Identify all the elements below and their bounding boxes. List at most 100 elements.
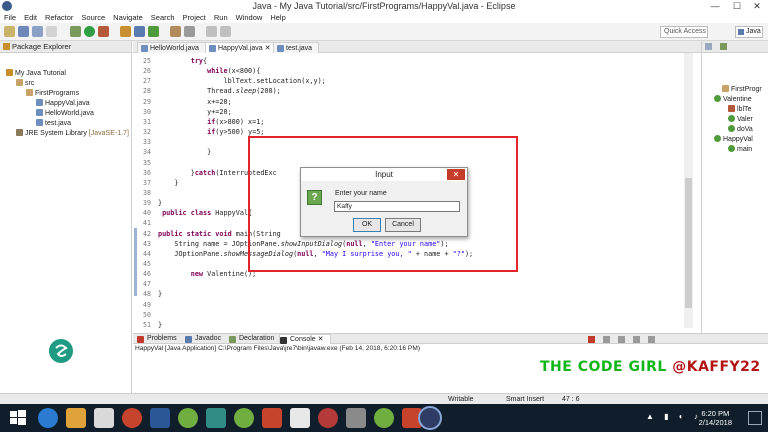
code-line[interactable]: if(x>800) x=1; xyxy=(158,118,264,126)
word-icon[interactable] xyxy=(150,408,170,428)
action-center-icon[interactable] xyxy=(748,411,762,425)
outline-item[interactable]: lblTe xyxy=(728,105,751,114)
outline-item[interactable]: main xyxy=(728,145,752,154)
code-line[interactable]: x+=20; xyxy=(158,98,232,106)
back-icon[interactable] xyxy=(206,26,217,37)
scroll-lock-icon[interactable] xyxy=(633,336,640,343)
file-explorer-icon[interactable] xyxy=(66,408,86,428)
clear-console-icon[interactable] xyxy=(618,336,625,343)
menu-edit[interactable]: Edit xyxy=(20,12,41,23)
app-icon[interactable] xyxy=(262,408,282,428)
outline-icon[interactable] xyxy=(720,43,728,50)
code-line[interactable]: lblText.setLocation(x,y); xyxy=(158,77,325,85)
java-perspective-button[interactable]: Java xyxy=(735,26,763,38)
code-line[interactable]: } xyxy=(158,290,162,298)
close-window-button[interactable]: ✕ xyxy=(746,0,768,12)
editor-scrollbar-thumb[interactable] xyxy=(685,178,692,308)
search-icon[interactable] xyxy=(184,26,195,37)
constructor-icon xyxy=(728,115,735,122)
cancel-button[interactable]: Cancel xyxy=(385,218,421,232)
name-input[interactable]: Kaffy xyxy=(334,201,460,212)
outline-item-label: doVa xyxy=(737,126,753,133)
code-line[interactable]: } xyxy=(158,321,162,329)
internet-explorer-icon[interactable] xyxy=(38,408,58,428)
tree-file-helloworld[interactable]: HelloWorld.java xyxy=(36,109,94,118)
menu-refactor[interactable]: Refactor xyxy=(41,12,77,23)
tab-javadoc[interactable]: Javadoc xyxy=(185,334,221,344)
tree-package[interactable]: FirstPrograms xyxy=(26,89,79,98)
uc-browser-icon[interactable] xyxy=(122,408,142,428)
menu-file[interactable]: File xyxy=(0,12,20,23)
maximize-button[interactable]: ☐ xyxy=(726,0,748,12)
outline-item[interactable]: doVa xyxy=(728,125,753,134)
tab-happyval[interactable]: HappyVal.java ✕ xyxy=(205,42,278,53)
new-class-icon[interactable] xyxy=(148,26,159,37)
menu-run[interactable]: Run xyxy=(210,12,232,23)
tree-src[interactable]: src xyxy=(16,79,34,88)
package-explorer-title[interactable]: Package Explorer xyxy=(12,42,71,51)
menu-project[interactable]: Project xyxy=(179,12,210,23)
code-line[interactable]: } xyxy=(158,148,211,156)
java-perspective-label: Java xyxy=(746,28,761,35)
run-icon[interactable] xyxy=(84,26,95,37)
tab-test[interactable]: test.java xyxy=(273,42,320,53)
open-type-icon[interactable] xyxy=(170,26,181,37)
ok-button[interactable]: OK xyxy=(353,218,381,232)
external-tools-icon[interactable] xyxy=(98,26,109,37)
debug-icon[interactable] xyxy=(70,26,81,37)
tab-declaration[interactable]: Declaration xyxy=(229,334,274,344)
windows-start-icon[interactable] xyxy=(8,408,28,428)
menu-navigate[interactable]: Navigate xyxy=(109,12,147,23)
tree-jre[interactable]: JRE System Library [JavaSE-1.7] xyxy=(16,129,129,138)
eclipse-taskbar-icon[interactable] xyxy=(418,406,442,430)
outline-item[interactable]: FirstProgr xyxy=(722,85,762,94)
pin-console-icon[interactable] xyxy=(648,336,655,343)
clock[interactable]: 6:20 PM 2/14/2018 xyxy=(699,409,732,427)
quick-access-field[interactable]: Quick Access xyxy=(660,26,708,38)
app-icon[interactable] xyxy=(318,408,338,428)
app-icon[interactable] xyxy=(374,408,394,428)
tab-helloworld[interactable]: HelloWorld.java xyxy=(137,42,206,53)
code-line[interactable]: if(y>500) y=5; xyxy=(158,128,264,136)
code-line[interactable]: } xyxy=(158,179,178,187)
menu-source[interactable]: Source xyxy=(77,12,109,23)
tree-file-happyval[interactable]: HappyVal.java xyxy=(36,99,90,108)
outline-item[interactable]: HappyVal xyxy=(714,135,753,144)
new-icon[interactable] xyxy=(4,26,15,37)
code-line[interactable]: while(x<800){ xyxy=(158,67,260,75)
code-line[interactable]: new Valentine(); xyxy=(158,270,256,278)
tree-project[interactable]: My Java Tutorial xyxy=(6,69,66,78)
app-icon[interactable] xyxy=(346,408,366,428)
app-icon[interactable] xyxy=(290,408,310,428)
new-java-project-icon[interactable] xyxy=(120,26,131,37)
forward-icon[interactable] xyxy=(220,26,231,37)
code-line[interactable]: public class HappyVal{ xyxy=(158,209,252,217)
tree-src-label: src xyxy=(25,80,35,87)
menu-search[interactable]: Search xyxy=(147,12,179,23)
outline-item[interactable]: Valer xyxy=(728,115,753,124)
code-line[interactable]: Thread.sleep(200); xyxy=(158,87,281,95)
app-icon[interactable] xyxy=(206,408,226,428)
minimize-button[interactable]: — xyxy=(704,0,726,12)
tree-file-test[interactable]: test.java xyxy=(36,119,71,128)
line-number: 29 xyxy=(143,97,151,106)
remove-launch-icon[interactable] xyxy=(603,336,610,343)
code-line[interactable]: } xyxy=(158,199,162,207)
menu-window[interactable]: Window xyxy=(232,12,267,23)
task-list-icon[interactable] xyxy=(705,43,712,50)
new-package-icon[interactable] xyxy=(134,26,145,37)
code-line[interactable]: y+=20; xyxy=(158,108,232,116)
paint-icon[interactable] xyxy=(94,408,114,428)
print-icon[interactable] xyxy=(46,26,57,37)
app-icon[interactable] xyxy=(234,408,254,428)
dialog-close-button[interactable]: ✕ xyxy=(447,169,465,180)
tab-problems[interactable]: Problems xyxy=(137,334,177,344)
tab-console[interactable]: Console ✕ xyxy=(279,334,331,344)
terminate-icon[interactable] xyxy=(588,336,595,343)
menu-help[interactable]: Help xyxy=(266,12,289,23)
outline-item[interactable]: Valentine xyxy=(714,95,752,104)
notepad-plus-icon[interactable] xyxy=(178,408,198,428)
save-all-icon[interactable] xyxy=(32,26,43,37)
code-line[interactable]: try{ xyxy=(158,57,207,65)
save-icon[interactable] xyxy=(18,26,29,37)
